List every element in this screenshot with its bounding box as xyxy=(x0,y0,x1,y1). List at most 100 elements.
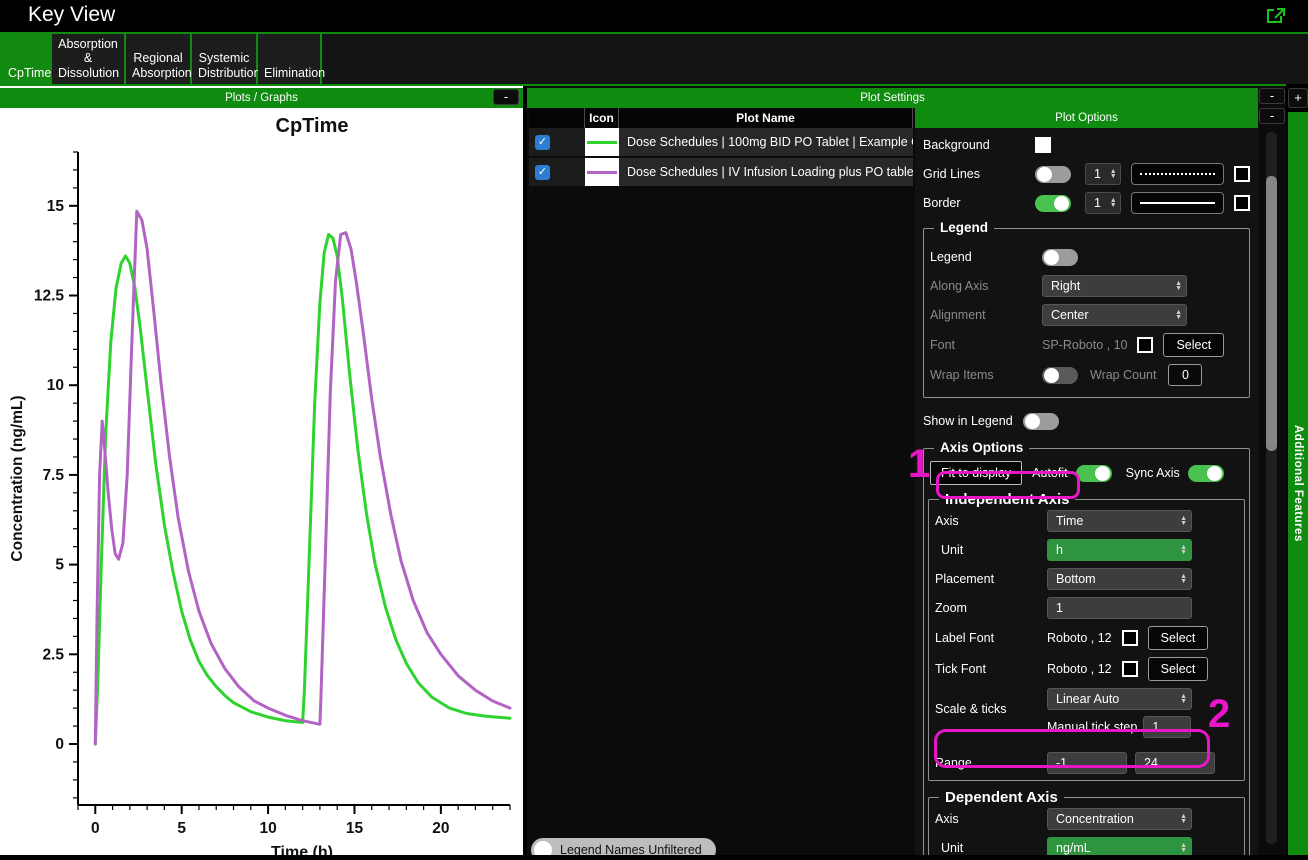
font-value: SP-Roboto , 10 xyxy=(1042,338,1127,352)
expand-additional-features-button[interactable]: + xyxy=(1288,88,1308,108)
svg-text:5: 5 xyxy=(55,557,64,574)
ind-axis-label: Axis xyxy=(935,514,1047,528)
wrap-items-toggle[interactable] xyxy=(1042,367,1078,384)
tick-font-color-swatch[interactable] xyxy=(1122,661,1138,677)
svg-text:10: 10 xyxy=(259,820,276,837)
ind-axis-dropdown[interactable]: Time▲▼ xyxy=(1047,510,1192,532)
tab-systemic-distribution[interactable]: Systemic Distribution xyxy=(192,34,258,84)
label-font-color-swatch[interactable] xyxy=(1122,630,1138,646)
plot-table: Icon Plot Name ✓ Dose Schedules | 100mg … xyxy=(529,108,913,188)
legend-group: Legend Legend Along Axis Right▲▼ Alignme… xyxy=(923,228,1250,398)
zoom-label: Zoom xyxy=(935,601,1047,615)
independent-axis-title: Independent Axis xyxy=(939,491,1075,508)
column-plot-name: Plot Name xyxy=(619,108,913,128)
tab-regional-absorption[interactable]: Regional Absorption xyxy=(126,34,192,84)
fit-to-display-button[interactable]: Fit to display xyxy=(930,461,1022,485)
plot-settings-panel: Plot Settings Icon Plot Name ✓ Dose Sche… xyxy=(527,86,1258,855)
grid-lines-color-swatch[interactable] xyxy=(1234,166,1250,182)
sync-axis-toggle[interactable] xyxy=(1188,465,1224,482)
window-title: Key View xyxy=(28,3,115,27)
tab-bar: CpTime Absorption & Dissolution Regional… xyxy=(0,34,1308,84)
right-rail: - - xyxy=(1258,86,1286,855)
border-color-swatch[interactable] xyxy=(1234,195,1250,211)
table-row[interactable]: ✓ Dose Schedules | 100mg BID PO Tablet |… xyxy=(529,128,913,158)
plots-graphs-header: Plots / Graphs - xyxy=(0,88,523,108)
placement-dropdown[interactable]: Bottom▲▼ xyxy=(1047,568,1192,590)
grid-lines-toggle[interactable] xyxy=(1035,166,1071,183)
font-select-button[interactable]: Select xyxy=(1163,333,1224,357)
row1-line-icon xyxy=(585,128,619,156)
plot-table-header: Icon Plot Name xyxy=(529,108,913,128)
table-row[interactable]: ✓ Dose Schedules | IV Infusion Loading p… xyxy=(529,158,913,188)
label-font-select-button[interactable]: Select xyxy=(1148,626,1209,650)
row2-plot-name: Dose Schedules | IV Infusion Loading plu… xyxy=(619,158,913,186)
label-font-label: Label Font xyxy=(935,631,1047,645)
manual-tick-step-input[interactable]: 1 xyxy=(1143,716,1191,738)
legend-group-title: Legend xyxy=(934,220,994,235)
additional-features-strip[interactable]: Additional Features xyxy=(1288,112,1308,855)
dependent-axis-title: Dependent Axis xyxy=(939,789,1064,806)
grid-lines-label: Grid Lines xyxy=(923,167,1035,181)
range-min-input[interactable]: -1 xyxy=(1047,752,1127,774)
plot-settings-title: Plot Settings xyxy=(860,92,925,104)
show-in-legend-toggle[interactable] xyxy=(1023,413,1059,430)
dep-unit-label: Unit xyxy=(935,841,1047,855)
collapse-plot-options-button[interactable]: - xyxy=(1259,108,1285,124)
grid-lines-width-spinner[interactable]: 1▲▼ xyxy=(1085,163,1121,185)
svg-text:5: 5 xyxy=(177,820,186,837)
svg-text:Concentration (ng/mL): Concentration (ng/mL) xyxy=(9,395,26,561)
axis-options-group: Axis Options Fit to display Autofit Sync… xyxy=(923,448,1250,855)
font-label: Font xyxy=(930,338,1042,352)
label-font-value: Roboto , 12 xyxy=(1047,631,1112,645)
border-toggle[interactable] xyxy=(1035,195,1071,212)
grid-lines-style-preview[interactable] xyxy=(1131,163,1224,185)
axis-options-title: Axis Options xyxy=(934,440,1029,455)
collapse-plot-settings-button[interactable]: - xyxy=(1259,88,1285,104)
legend-names-unfiltered-button[interactable]: Legend Names Unfiltered xyxy=(531,838,716,855)
tab-cptime[interactable]: CpTime xyxy=(2,34,52,84)
scale-ticks-label: Scale & ticks xyxy=(935,688,1047,716)
zoom-input[interactable]: 1 xyxy=(1047,597,1192,619)
collapse-plots-button[interactable]: - xyxy=(493,89,519,105)
scale-dropdown[interactable]: Linear Auto▲▼ xyxy=(1047,688,1192,710)
ind-unit-dropdown[interactable]: h▲▼ xyxy=(1047,539,1192,561)
autofit-label: Autofit xyxy=(1032,466,1067,480)
tab-absorption-dissolution[interactable]: Absorption & Dissolution xyxy=(52,34,126,84)
alignment-label: Alignment xyxy=(930,308,1042,322)
svg-text:2.5: 2.5 xyxy=(42,646,64,663)
wrap-count-label: Wrap Count xyxy=(1090,368,1156,382)
border-width-spinner[interactable]: 1▲▼ xyxy=(1085,192,1121,214)
placement-label: Placement xyxy=(935,572,1047,586)
background-label: Background xyxy=(923,138,1035,152)
plot-settings-header: Plot Settings xyxy=(527,88,1258,108)
open-external-icon[interactable] xyxy=(1266,7,1286,24)
font-color-swatch[interactable] xyxy=(1137,337,1153,353)
dep-unit-dropdown[interactable]: ng/mL▲▼ xyxy=(1047,837,1192,855)
alignment-dropdown[interactable]: Center▲▼ xyxy=(1042,304,1187,326)
tab-elimination[interactable]: Elimination xyxy=(258,34,322,84)
pill-knob xyxy=(534,841,552,855)
range-label: Range xyxy=(935,756,1047,770)
cptime-chart[interactable]: CpTime0510152002.557.51012.515Time (h)Co… xyxy=(0,108,523,855)
autofit-toggle[interactable] xyxy=(1076,465,1112,482)
border-label: Border xyxy=(923,196,1035,210)
legend-toggle[interactable] xyxy=(1042,249,1078,266)
plot-options-title: Plot Options xyxy=(1055,112,1118,124)
background-color-swatch[interactable] xyxy=(1035,137,1051,153)
wrap-count-input[interactable]: 0 xyxy=(1168,364,1202,386)
row1-checkbox[interactable]: ✓ xyxy=(535,135,550,150)
svg-text:0: 0 xyxy=(91,820,100,837)
svg-text:12.5: 12.5 xyxy=(34,288,65,305)
row2-checkbox[interactable]: ✓ xyxy=(535,165,550,180)
tick-font-select-button[interactable]: Select xyxy=(1148,657,1209,681)
svg-text:CpTime: CpTime xyxy=(276,115,349,137)
column-icon: Icon xyxy=(585,108,619,128)
dep-axis-dropdown[interactable]: Concentration▲▼ xyxy=(1047,808,1192,830)
svg-text:Time (h): Time (h) xyxy=(271,844,333,855)
options-scrollbar-thumb[interactable] xyxy=(1266,176,1277,451)
row2-line-icon xyxy=(585,158,619,186)
along-axis-dropdown[interactable]: Right▲▼ xyxy=(1042,275,1187,297)
border-style-preview[interactable] xyxy=(1131,192,1224,214)
svg-text:15: 15 xyxy=(47,198,65,215)
range-max-input[interactable]: 24 xyxy=(1135,752,1215,774)
